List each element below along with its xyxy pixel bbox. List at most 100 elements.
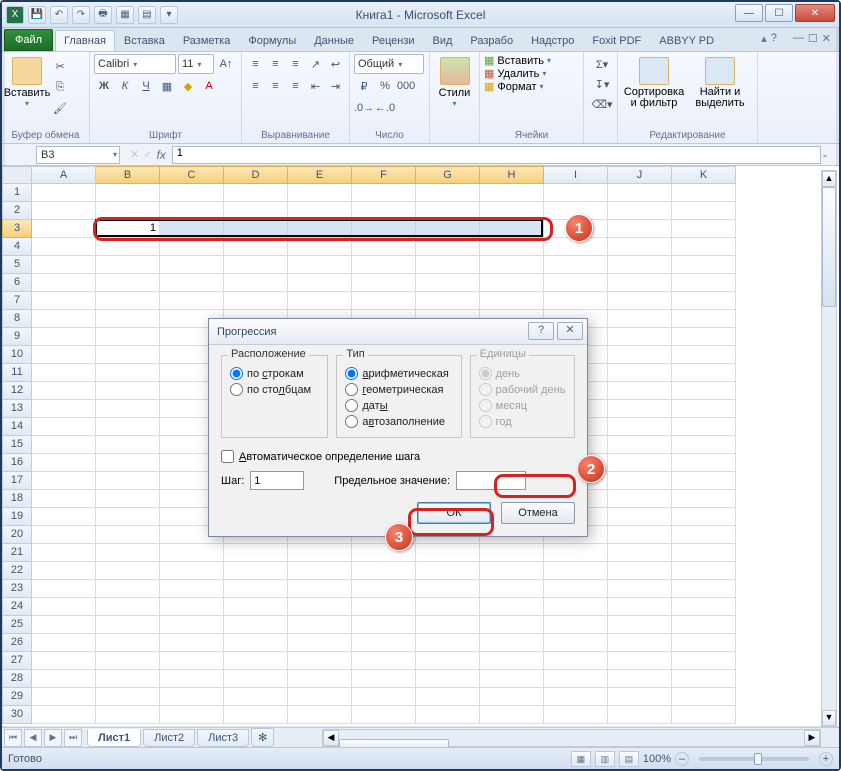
cell[interactable]	[544, 256, 608, 274]
cell[interactable]	[288, 202, 352, 220]
workbook-min-icon[interactable]: —	[793, 32, 804, 45]
cell[interactable]	[416, 184, 480, 202]
cell[interactable]	[544, 184, 608, 202]
cell[interactable]	[672, 346, 736, 364]
row-header[interactable]: 5	[2, 256, 32, 274]
cell[interactable]	[32, 328, 96, 346]
copy-icon[interactable]: ⎘	[50, 77, 70, 97]
zoom-level[interactable]: 100%	[643, 753, 671, 765]
row-header[interactable]: 9	[2, 328, 32, 346]
cell[interactable]	[96, 670, 160, 688]
cell[interactable]	[352, 616, 416, 634]
cell[interactable]	[352, 634, 416, 652]
ribbon-tab[interactable]: Разметка	[174, 30, 240, 51]
fill-color-icon[interactable]: ◆	[178, 76, 198, 96]
cell[interactable]	[32, 220, 96, 238]
close-button[interactable]: ✕	[795, 4, 835, 22]
cell[interactable]	[544, 598, 608, 616]
fx-icon[interactable]: fx	[156, 148, 165, 162]
qat-more-icon[interactable]: ▾	[160, 6, 178, 24]
maximize-button[interactable]: ☐	[765, 4, 793, 22]
cancel-formula-icon[interactable]: ✕	[130, 148, 139, 162]
cell[interactable]	[32, 274, 96, 292]
cell[interactable]	[672, 256, 736, 274]
cell[interactable]	[32, 634, 96, 652]
cell[interactable]	[160, 616, 224, 634]
excel-icon[interactable]: X	[6, 6, 24, 24]
cell[interactable]	[544, 688, 608, 706]
row-header[interactable]: 18	[2, 490, 32, 508]
cell[interactable]	[96, 238, 160, 256]
sheet-nav-button[interactable]: ▶	[44, 729, 62, 747]
cell[interactable]	[32, 580, 96, 598]
active-cell[interactable]: 1	[96, 220, 160, 238]
ribbon-tab[interactable]: Вид	[424, 30, 462, 51]
cell[interactable]	[416, 238, 480, 256]
cell[interactable]	[96, 508, 160, 526]
cell[interactable]	[32, 400, 96, 418]
cell[interactable]	[608, 292, 672, 310]
row-header[interactable]: 24	[2, 598, 32, 616]
file-tab[interactable]: Файл	[4, 29, 53, 51]
zoom-in-button[interactable]: +	[819, 752, 833, 766]
cell[interactable]	[608, 220, 672, 238]
cell[interactable]	[224, 706, 288, 724]
printpreview-icon[interactable]: 🖶	[94, 6, 112, 24]
cell[interactable]	[352, 580, 416, 598]
page-break-view-icon[interactable]: ▤	[619, 751, 639, 767]
row-header[interactable]: 4	[2, 238, 32, 256]
row-header[interactable]: 20	[2, 526, 32, 544]
cell[interactable]	[352, 292, 416, 310]
cell[interactable]	[32, 472, 96, 490]
cell[interactable]	[160, 202, 224, 220]
cell[interactable]	[672, 562, 736, 580]
cell[interactable]	[608, 202, 672, 220]
column-header[interactable]: D	[224, 166, 288, 184]
page-layout-view-icon[interactable]: ▥	[595, 751, 615, 767]
column-header[interactable]: A	[32, 166, 96, 184]
row-header[interactable]: 19	[2, 508, 32, 526]
row-header[interactable]: 28	[2, 670, 32, 688]
align-bottom-icon[interactable]: ≡	[286, 54, 305, 74]
row-header[interactable]: 15	[2, 436, 32, 454]
cell[interactable]	[32, 310, 96, 328]
cell[interactable]	[352, 670, 416, 688]
cell[interactable]	[96, 346, 160, 364]
radio-geometric[interactable]: геометрическая	[345, 383, 452, 396]
cell[interactable]	[672, 328, 736, 346]
cell[interactable]	[672, 436, 736, 454]
cell[interactable]	[96, 544, 160, 562]
cell[interactable]	[672, 580, 736, 598]
cell[interactable]	[96, 652, 160, 670]
radio-dates[interactable]: даты	[345, 399, 452, 412]
cell[interactable]	[672, 400, 736, 418]
row-header[interactable]: 6	[2, 274, 32, 292]
cell[interactable]	[288, 616, 352, 634]
cell[interactable]	[608, 490, 672, 508]
cell[interactable]	[96, 598, 160, 616]
cell[interactable]	[288, 562, 352, 580]
cell[interactable]	[416, 616, 480, 634]
italic-button[interactable]: К	[115, 76, 135, 96]
cell[interactable]	[480, 184, 544, 202]
cell[interactable]	[288, 670, 352, 688]
cell[interactable]	[416, 292, 480, 310]
cell[interactable]	[352, 706, 416, 724]
ok-button[interactable]: ОК	[417, 502, 491, 524]
vertical-scrollbar[interactable]: ▲ ▼	[821, 170, 837, 727]
cell[interactable]	[416, 688, 480, 706]
row-header[interactable]: 2	[2, 202, 32, 220]
cell[interactable]	[224, 688, 288, 706]
cell[interactable]	[96, 364, 160, 382]
cell[interactable]	[288, 598, 352, 616]
cell[interactable]	[672, 616, 736, 634]
currency-icon[interactable]: ₽	[354, 76, 374, 96]
cell[interactable]	[160, 184, 224, 202]
cell[interactable]	[608, 274, 672, 292]
normal-view-icon[interactable]: ▦	[571, 751, 591, 767]
insert-cells-button[interactable]: ▦Вставить▾	[484, 54, 579, 67]
cell[interactable]	[416, 256, 480, 274]
cell[interactable]	[416, 562, 480, 580]
ribbon-tab[interactable]: Вставка	[115, 30, 174, 51]
cell[interactable]	[608, 652, 672, 670]
